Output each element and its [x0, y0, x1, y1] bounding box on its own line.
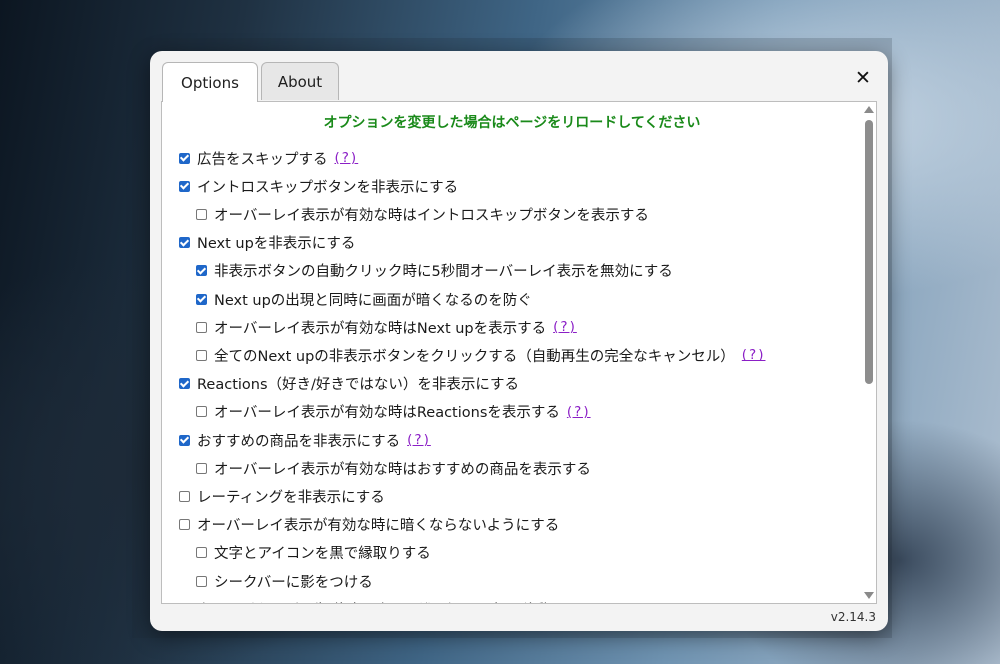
scroll-up-arrow-icon[interactable]	[864, 106, 874, 113]
help-link[interactable]: (?)	[553, 319, 577, 335]
option-row[interactable]: Next upを非表示にする	[179, 232, 355, 254]
option-checkbox[interactable]	[179, 237, 190, 249]
option-row[interactable]: 上下のボタン（再生/停止、戻る、進む）を下部に移動する	[179, 598, 579, 604]
option-row[interactable]: 広告をスキップする (?)	[179, 147, 358, 169]
option-checkbox[interactable]	[179, 378, 190, 390]
option-row[interactable]: 文字とアイコンを黒で縁取りする	[196, 542, 431, 564]
option-label: 全てのNext upの非表示ボタンをクリックする（自動再生の完全なキャンセル）	[214, 348, 735, 365]
option-checkbox[interactable]	[179, 490, 190, 502]
option-row[interactable]: おすすめの商品を非表示にする (?)	[179, 429, 431, 451]
option-row[interactable]: レーティングを非表示にする	[179, 485, 385, 507]
option-row[interactable]: Next upの出現と同時に画面が暗くなるのを防ぐ	[196, 288, 532, 310]
tab-options[interactable]: Options	[162, 62, 258, 102]
option-checkbox[interactable]	[196, 321, 207, 333]
option-checkbox[interactable]	[179, 519, 190, 531]
option-checkbox[interactable]	[196, 547, 207, 559]
help-link[interactable]: (?)	[335, 150, 359, 166]
option-label: 非表示ボタンの自動クリック時に5秒間オーバーレイ表示を無効にする	[214, 264, 673, 281]
option-checkbox[interactable]	[196, 349, 207, 361]
option-label: Next upを非表示にする	[197, 236, 356, 253]
option-row[interactable]: Reactions（好き/好きではない）を非表示にする	[179, 373, 519, 395]
option-checkbox[interactable]	[196, 208, 207, 220]
help-link[interactable]: (?)	[742, 347, 766, 363]
option-checkbox[interactable]	[179, 152, 190, 164]
option-label: オーバーレイ表示が有効な時はNext upを表示する	[214, 320, 547, 337]
option-checkbox[interactable]	[196, 265, 207, 277]
option-checkbox[interactable]	[196, 462, 207, 474]
option-label: オーバーレイ表示が有効な時はReactionsを表示する	[214, 405, 560, 422]
scrollbar[interactable]	[862, 102, 876, 603]
option-row[interactable]: オーバーレイ表示が有効な時はイントロスキップボタンを表示する	[196, 203, 649, 225]
option-checkbox[interactable]	[179, 434, 190, 446]
options-panel: オプションを変更した場合はページをリロードしてください 広告をスキップする (?)…	[161, 101, 877, 604]
option-label: 広告をスキップする	[197, 151, 328, 168]
help-link[interactable]: (?)	[567, 404, 591, 420]
option-label: オーバーレイ表示が有効な時はイントロスキップボタンを表示する	[214, 207, 649, 224]
tab-about[interactable]: About	[261, 62, 339, 100]
option-label: オーバーレイ表示が有効な時に暗くならないようにする	[197, 518, 560, 535]
option-row[interactable]: オーバーレイ表示が有効な時はおすすめの商品を表示する	[196, 457, 591, 479]
option-checkbox[interactable]	[196, 293, 207, 305]
scrollbar-thumb[interactable]	[865, 120, 873, 384]
help-link[interactable]: (?)	[407, 432, 431, 448]
option-checkbox[interactable]	[179, 180, 190, 192]
option-row[interactable]: イントロスキップボタンを非表示にする	[179, 175, 458, 197]
option-row[interactable]: オーバーレイ表示が有効な時はNext upを表示する (?)	[196, 316, 577, 338]
option-label: 上下のボタン（再生/停止、戻る、進む）を下部に移動する	[197, 599, 579, 604]
option-checkbox[interactable]	[196, 575, 207, 587]
option-label: おすすめの商品を非表示にする	[197, 433, 401, 450]
scroll-down-arrow-icon[interactable]	[864, 592, 874, 599]
option-label: 文字とアイコンを黒で縁取りする	[214, 546, 431, 563]
option-label: シークバーに影をつける	[214, 574, 373, 591]
version-label: v2.14.3	[830, 610, 876, 624]
option-checkbox[interactable]	[196, 406, 207, 418]
option-row[interactable]: シークバーに影をつける	[196, 570, 373, 592]
option-label: オーバーレイ表示が有効な時はおすすめの商品を表示する	[214, 461, 591, 478]
option-label: Reactions（好き/好きではない）を非表示にする	[197, 377, 520, 394]
reload-notice: オプションを変更した場合はページをリロードしてください	[323, 115, 701, 131]
close-icon[interactable]: ✕	[850, 65, 876, 91]
option-row[interactable]: オーバーレイ表示が有効な時はReactionsを表示する (?)	[196, 401, 591, 423]
option-row[interactable]: 非表示ボタンの自動クリック時に5秒間オーバーレイ表示を無効にする	[196, 260, 673, 282]
option-label: Next upの出現と同時に画面が暗くなるのを防ぐ	[214, 292, 532, 309]
option-label: イントロスキップボタンを非表示にする	[197, 179, 459, 196]
option-row[interactable]: オーバーレイ表示が有効な時に暗くならないようにする	[179, 514, 559, 536]
option-row[interactable]: 全てのNext upの非表示ボタンをクリックする（自動再生の完全なキャンセル） (…	[196, 344, 765, 366]
options-dialog: Options About ✕ オプションを変更した場合はページをリロードしてく…	[150, 51, 888, 631]
option-label: レーティングを非表示にする	[197, 489, 385, 506]
